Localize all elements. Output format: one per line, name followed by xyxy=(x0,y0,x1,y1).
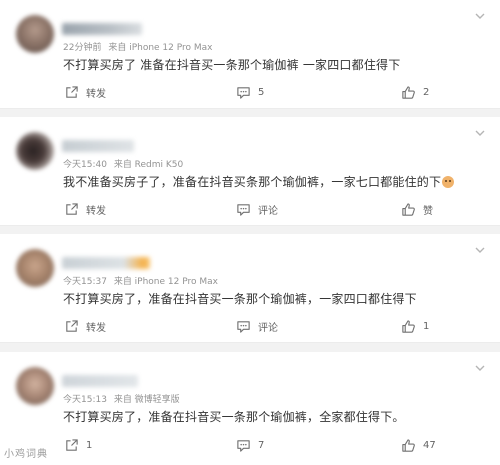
comment-label: 评论 xyxy=(258,205,278,217)
comment-text: 不打算买房了，准备在抖音买一条那个瑜伽裤，全家都住得下。 xyxy=(63,410,405,424)
like-button[interactable]: 1 xyxy=(401,317,429,335)
username[interactable] xyxy=(62,23,142,35)
comment-text-body: 我不准备买房子了，准备在抖音买条那个瑜伽裤，一家七口都能住的下 xyxy=(63,175,442,189)
comment-source: 来自 iPhone 12 Pro Max xyxy=(113,277,218,287)
chevron-down-icon[interactable] xyxy=(474,244,486,256)
avatar[interactable] xyxy=(16,132,54,170)
comment-time: 今天15:13 xyxy=(63,395,107,405)
username[interactable] xyxy=(62,140,134,152)
comment-source: 来自 Redmi K50 xyxy=(113,160,184,170)
repost-icon xyxy=(66,202,78,215)
like-button[interactable]: 2 xyxy=(401,83,429,101)
repost-icon xyxy=(66,319,78,332)
chevron-down-icon[interactable] xyxy=(474,10,486,22)
repost-icon xyxy=(66,85,78,98)
comment-text: 不打算买房了 准备在抖音买一条那个瑜伽裤 一家四口都住得下 xyxy=(63,58,401,72)
comment-time: 今天15:37 xyxy=(63,277,107,287)
like-count: 2 xyxy=(423,86,430,98)
repost-label: 转发 xyxy=(86,88,106,100)
repost-button[interactable]: 1 xyxy=(64,436,92,454)
repost-button[interactable]: 转发 xyxy=(64,83,106,101)
comment-button[interactable]: 评论 xyxy=(236,317,278,335)
comment-count: 5 xyxy=(258,86,265,98)
like-count: 47 xyxy=(423,439,436,451)
comment-icon xyxy=(237,320,250,333)
repost-label: 转发 xyxy=(86,205,106,217)
username[interactable] xyxy=(62,257,150,269)
like-button[interactable]: 47 xyxy=(401,436,436,454)
comment-icon xyxy=(237,439,250,452)
divider xyxy=(0,342,500,343)
comment-time: 22分钟前 xyxy=(63,43,102,53)
comment-source: 来自 微博轻享版 xyxy=(113,395,180,405)
chevron-down-icon[interactable] xyxy=(474,362,486,374)
like-icon xyxy=(402,85,415,99)
avatar[interactable] xyxy=(16,367,54,405)
like-count: 1 xyxy=(423,320,430,332)
repost-count: 1 xyxy=(86,439,93,451)
like-label: 赞 xyxy=(423,205,433,217)
comment-card: 22分钟前 来自 iPhone 12 Pro Max 不打算买房了 准备在抖音买… xyxy=(0,0,500,109)
comment-text: 不打算买房了，准备在抖音买一条那个瑜伽裤，一家四口都住得下 xyxy=(63,292,417,306)
comment-button[interactable]: 7 xyxy=(236,436,264,454)
repost-label: 转发 xyxy=(86,322,106,334)
avatar[interactable] xyxy=(16,15,54,53)
comment-meta: 今天15:13 来自 微博轻享版 xyxy=(63,392,180,405)
like-icon xyxy=(402,319,415,333)
comment-time: 今天15:40 xyxy=(63,160,107,170)
repost-icon xyxy=(66,438,78,451)
comment-icon xyxy=(237,203,250,216)
comment-card: 今天15:37 来自 iPhone 12 Pro Max 不打算买房了，准备在抖… xyxy=(0,234,500,343)
comment-count: 7 xyxy=(258,439,265,451)
divider xyxy=(0,225,500,226)
divider xyxy=(0,108,500,109)
comment-button[interactable]: 5 xyxy=(236,83,264,101)
repost-button[interactable]: 转发 xyxy=(64,317,106,335)
comment-text: 我不准备买房子了，准备在抖音买条那个瑜伽裤，一家七口都能住的下 xyxy=(63,173,455,190)
repost-button[interactable]: 转发 xyxy=(64,200,106,218)
comment-label: 评论 xyxy=(258,322,278,334)
comment-meta: 今天15:40 来自 Redmi K50 xyxy=(63,157,183,170)
comment-meta: 22分钟前 来自 iPhone 12 Pro Max xyxy=(63,40,213,53)
comment-source: 来自 iPhone 12 Pro Max xyxy=(108,43,213,53)
comment-meta: 今天15:37 来自 iPhone 12 Pro Max xyxy=(63,274,218,287)
comment-card: 今天15:13 来自 微博轻享版 不打算买房了，准备在抖音买一条那个瑜伽裤，全家… xyxy=(0,352,500,465)
comment-button[interactable]: 评论 xyxy=(236,200,278,218)
like-icon xyxy=(402,438,415,452)
like-button[interactable]: 赞 xyxy=(401,200,433,218)
watermark: 小鸡词典 xyxy=(4,449,48,460)
like-icon xyxy=(402,202,415,216)
chevron-down-icon[interactable] xyxy=(474,127,486,139)
comment-icon xyxy=(237,86,250,99)
username[interactable] xyxy=(62,375,138,387)
avatar[interactable] xyxy=(16,249,54,287)
comment-card: 今天15:40 来自 Redmi K50 我不准备买房子了，准备在抖音买条那个瑜… xyxy=(0,117,500,226)
doge-emoji-icon xyxy=(442,176,455,188)
